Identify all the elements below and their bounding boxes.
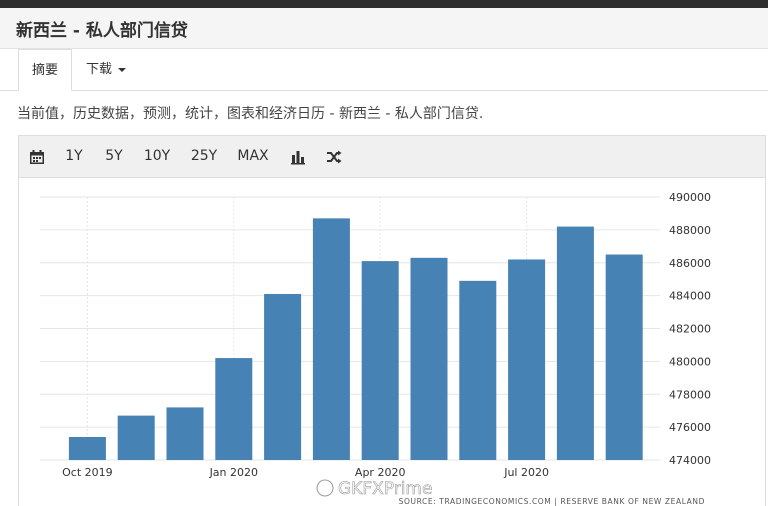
y-tick-label: 478000 xyxy=(669,388,711,401)
x-tick-label: Apr 2020 xyxy=(355,466,406,479)
watermark-text: GKFXPrime xyxy=(338,479,432,499)
y-tick-label: 474000 xyxy=(669,454,711,467)
bar-2020-05[interactable] xyxy=(410,257,448,460)
y-tick-label: 476000 xyxy=(669,421,711,434)
bar-2020-01[interactable] xyxy=(215,358,253,460)
bar-2019-12[interactable] xyxy=(166,407,204,460)
bar-2019-11[interactable] xyxy=(117,415,155,460)
bar-2020-04[interactable] xyxy=(361,261,399,460)
y-tick-label: 486000 xyxy=(669,257,711,270)
y-axis-ticks: 474000 476000 478000 480000 482000 484000 4860… xyxy=(669,191,711,467)
y-tick-label: 490000 xyxy=(669,191,711,204)
y-tick-label: 482000 xyxy=(669,323,711,336)
y-tick-label: 484000 xyxy=(669,290,711,303)
bar-2020-09[interactable] xyxy=(605,254,643,460)
x-tick-label: Oct 2019 xyxy=(62,466,113,479)
bar-2020-07[interactable] xyxy=(508,259,546,460)
y-tick-label: 480000 xyxy=(669,355,711,368)
bar-2020-06[interactable] xyxy=(459,280,497,460)
x-tick-label: Jul 2020 xyxy=(503,466,549,479)
bar-2020-02[interactable] xyxy=(264,293,302,460)
x-tick-label: Jan 2020 xyxy=(209,466,258,479)
bar-chart: 474000 476000 478000 480000 482000 484000 4860… xyxy=(40,191,711,506)
weibo-icon xyxy=(316,479,334,497)
bar-2020-08[interactable] xyxy=(556,226,594,460)
bar-2019-10[interactable] xyxy=(68,436,106,460)
x-axis-ticks: Oct 2019 Jan 2020 Apr 2020 Jul 2020 xyxy=(62,466,549,479)
y-tick-label: 488000 xyxy=(669,224,711,237)
watermark: GKFXPrime xyxy=(316,479,433,499)
bar-layer xyxy=(68,218,643,460)
bar-2020-03[interactable] xyxy=(312,218,350,460)
source-label: SOURCE: TRADINGECONOMICS.COM | RESERVE B… xyxy=(399,497,705,506)
